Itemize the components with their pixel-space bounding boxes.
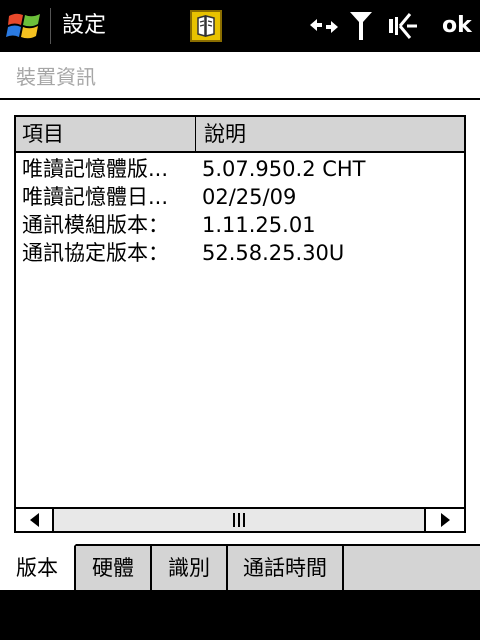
notification-icon[interactable] [190, 10, 222, 42]
windows-start-button[interactable] [0, 0, 50, 52]
app-title: 設定 [62, 13, 107, 38]
horizontal-scrollbar[interactable] [16, 507, 464, 531]
row-item-value: 02/25/09 [202, 185, 297, 209]
heading-divider [0, 98, 480, 100]
scroll-right-button[interactable] [426, 509, 464, 531]
device-info-list[interactable]: 項目 說明 唯讀記憶體版... 5.07.950.2 CHT 唯讀記憶體日...… [14, 115, 466, 533]
row-item-label: 唯讀記憶體版... [22, 157, 169, 181]
grip-icon [233, 513, 245, 527]
title-separator [50, 8, 51, 44]
row-item-label: 通訊協定版本： [22, 241, 169, 265]
row-item-label: 唯讀記憶體日... [22, 185, 169, 209]
arrow-right-icon [440, 513, 450, 527]
row-item-label: 通訊模組版本： [22, 213, 169, 237]
list-row[interactable]: 唯讀記憶體版... 5.07.950.2 CHT [16, 155, 464, 183]
column-header-item[interactable]: 項目 [16, 117, 196, 151]
tab-call-timer[interactable]: 通話時間 [228, 544, 344, 590]
windows-start-icon [6, 13, 40, 39]
title-bar: 設定 ok [0, 0, 480, 52]
tab-strip: 版本 硬體 識別 通話時間 [0, 544, 480, 590]
list-header: 項目 說明 [16, 117, 464, 153]
tab-version[interactable]: 版本 [0, 544, 76, 590]
list-row[interactable]: 通訊協定版本： 52.58.25.30U [16, 239, 464, 267]
ok-button[interactable]: ok [430, 10, 480, 42]
arrow-left-icon [29, 513, 39, 527]
tab-hardware[interactable]: 硬體 [76, 544, 152, 590]
row-item-value: 1.11.25.01 [202, 213, 316, 237]
list-row[interactable]: 唯讀記憶體日... 02/25/09 [16, 183, 464, 211]
scroll-thumb[interactable] [54, 509, 426, 531]
row-item-value: 52.58.25.30U [202, 241, 345, 265]
row-item-value: 5.07.950.2 CHT [202, 157, 366, 181]
tab-identification[interactable]: 識別 [152, 544, 228, 590]
signal-strength-icon[interactable] [348, 10, 374, 42]
list-row[interactable]: 通訊模組版本： 1.11.25.01 [16, 211, 464, 239]
column-header-description[interactable]: 說明 [196, 117, 464, 151]
list-rows: 唯讀記憶體版... 5.07.950.2 CHT 唯讀記憶體日... 02/25… [16, 155, 464, 267]
data-connection-icon[interactable] [308, 14, 340, 38]
page-heading: 裝置資訊 [16, 65, 96, 89]
scroll-left-button[interactable] [16, 509, 54, 531]
soft-key-bar [0, 590, 480, 640]
volume-muted-icon[interactable] [388, 10, 420, 42]
